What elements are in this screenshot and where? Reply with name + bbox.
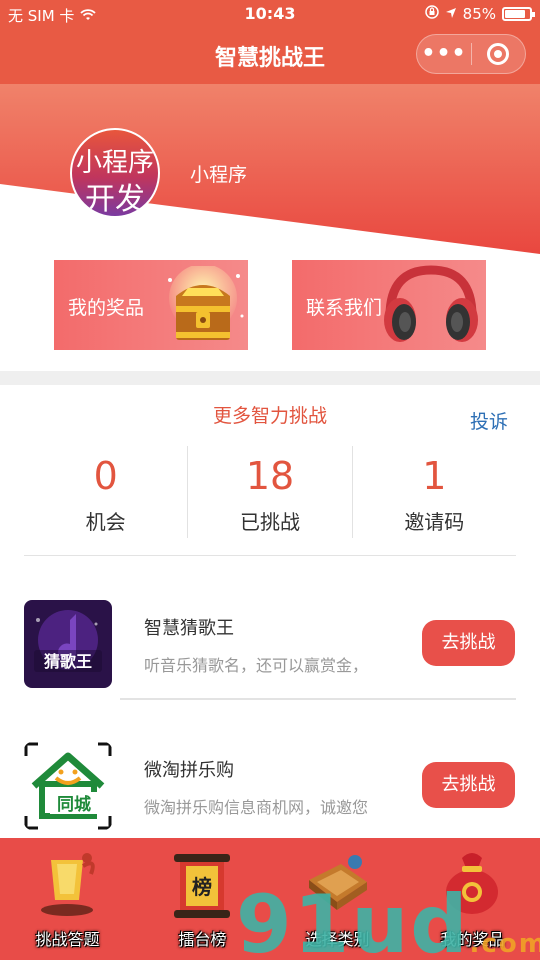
stat-label: 机会 — [85, 510, 126, 534]
avatar-text-line2: 开发 — [85, 182, 145, 217]
list-item[interactable]: 同城 微淘拼乐购 微淘拼乐购信息商机网，诚邀您 去挑战 — [24, 742, 516, 832]
contact-us-card[interactable]: 联系我们 — [292, 260, 486, 350]
close-program-button[interactable] — [472, 43, 525, 65]
target-close-icon — [487, 43, 510, 65]
game-description: 听音乐猜歌名，还可以赢赏金， — [144, 656, 369, 675]
my-prizes-card[interactable]: 我的奖品 — [54, 260, 248, 350]
divider — [120, 698, 516, 700]
location-icon — [445, 5, 457, 23]
username: 小程序 — [190, 164, 248, 186]
lock-rotation-icon — [424, 5, 439, 23]
tab-label: 挑战答题 — [35, 930, 100, 949]
go-challenge-button[interactable]: 去挑战 — [422, 620, 515, 666]
leaderboard-scroll-icon: 榜 — [174, 854, 230, 918]
stat-invite-code: 1 邀请码 — [351, 446, 516, 538]
status-bar: 无 SIM 卡 10:43 85% — [0, 0, 540, 28]
game-name: 微淘拼乐购 — [144, 760, 234, 781]
divider — [24, 555, 516, 556]
more-menu-button[interactable]: ••• — [417, 34, 471, 74]
section-divider — [0, 371, 540, 385]
nav-bar: 智慧挑战王 ••• — [0, 28, 540, 84]
stat-label: 已挑战 — [239, 510, 300, 534]
tab-challenge-quiz[interactable]: 挑战答题 — [0, 838, 135, 960]
headphones-icon — [384, 265, 478, 342]
stat-value: 1 — [422, 454, 447, 498]
contact-us-label: 联系我们 — [306, 297, 383, 319]
battery-icon — [502, 7, 535, 21]
watermark-text: 91ud — [236, 878, 470, 960]
treasure-chest-icon — [168, 266, 244, 340]
list-item[interactable]: 猜歌王 智慧猜歌王 听音乐猜歌名，还可以赢赏金， 去挑战 — [24, 600, 516, 690]
avatar[interactable]: 小程序 开发 — [70, 128, 160, 218]
mini-program-capsule: ••• — [416, 34, 526, 74]
local-shop-app-icon: 同城 — [24, 742, 112, 830]
stats-row: 0 机会 18 已挑战 1 邀请码 — [24, 446, 516, 538]
stat-chances: 0 机会 — [24, 446, 187, 538]
trophy-icon — [41, 853, 95, 916]
section-title: 更多智力挑战 — [212, 405, 327, 427]
go-challenge-button[interactable]: 去挑战 — [422, 762, 515, 808]
watermark: 91ud.com — [236, 885, 540, 960]
my-prizes-label: 我的奖品 — [68, 297, 145, 319]
guess-song-icon-text: 猜歌王 — [43, 652, 92, 671]
game-name: 智慧猜歌王 — [144, 618, 234, 639]
stat-value: 18 — [245, 454, 295, 498]
local-shop-icon-text: 同城 — [57, 795, 91, 815]
game-description: 微淘拼乐购信息商机网，诚邀您 — [144, 798, 369, 817]
stat-value: 0 — [93, 454, 118, 498]
leaderboard-icon-text: 榜 — [192, 875, 212, 899]
stat-label: 邀请码 — [404, 510, 465, 534]
guess-song-app-icon: 猜歌王 — [24, 600, 112, 688]
stat-challenged: 18 已挑战 — [187, 446, 351, 538]
report-link[interactable]: 投诉 — [470, 407, 508, 434]
watermark-suffix: .com — [469, 929, 540, 959]
battery-percent: 85% — [462, 5, 496, 23]
